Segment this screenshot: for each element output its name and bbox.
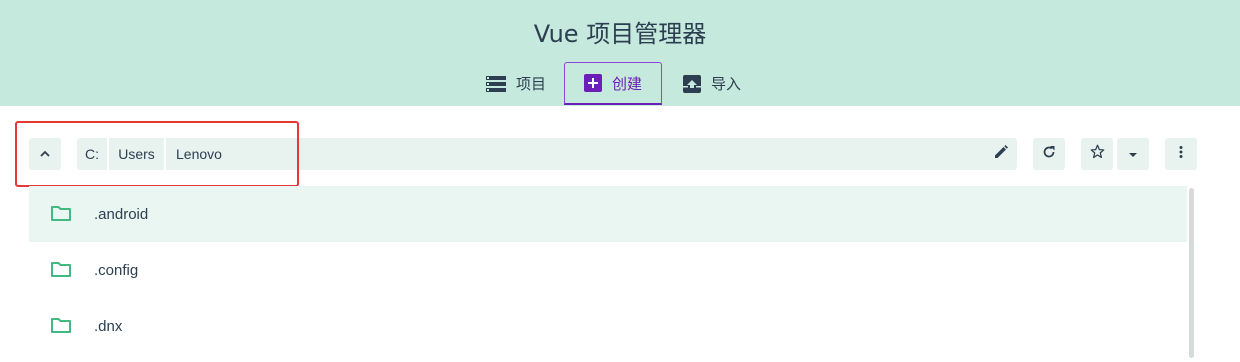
- caret-down-icon: [1128, 145, 1138, 163]
- more-options-button[interactable]: [1165, 138, 1197, 170]
- edit-path-button[interactable]: [985, 138, 1017, 170]
- tab-projects[interactable]: 项目: [476, 62, 556, 105]
- folder-icon: [51, 317, 71, 338]
- folder-row[interactable]: .config: [29, 242, 1187, 298]
- unarchive-icon: [682, 74, 701, 93]
- tab-create-label: 创建: [611, 74, 642, 93]
- folder-name: .android: [94, 205, 149, 223]
- main-tabs: 项目 创建 导入: [0, 62, 1240, 106]
- app-title: Vue 项目管理器: [533, 20, 707, 48]
- folder-row[interactable]: .dnx: [29, 298, 1187, 354]
- pencil-icon: [994, 144, 1008, 164]
- app-header: Vue 项目管理器 项目 创建 导入: [0, 0, 1240, 106]
- folder-row[interactable]: .android: [29, 186, 1187, 242]
- folder-icon: [51, 261, 71, 282]
- folder-list: .android .config .dnx: [29, 186, 1187, 362]
- path-highlight-annotation: [15, 121, 299, 187]
- favorites-dropdown-button[interactable]: [1117, 138, 1149, 170]
- tab-create[interactable]: 创建: [564, 62, 662, 105]
- refresh-button[interactable]: [1033, 138, 1065, 170]
- tab-import[interactable]: 导入: [672, 62, 752, 105]
- folder-name: .config: [94, 261, 139, 279]
- folder-icon: [51, 205, 71, 226]
- more-vert-icon: [1179, 145, 1183, 164]
- tab-import-label: 导入: [710, 75, 741, 93]
- add-box-icon: [583, 74, 602, 92]
- tab-projects-label: 项目: [515, 75, 546, 93]
- star-icon: [1090, 144, 1105, 164]
- refresh-icon: [1042, 145, 1056, 164]
- folder-name: .dnx: [94, 317, 123, 335]
- favorite-button[interactable]: [1081, 138, 1113, 170]
- list-icon: [485, 75, 506, 92]
- folder-list-scrollbar[interactable]: [1189, 188, 1194, 358]
